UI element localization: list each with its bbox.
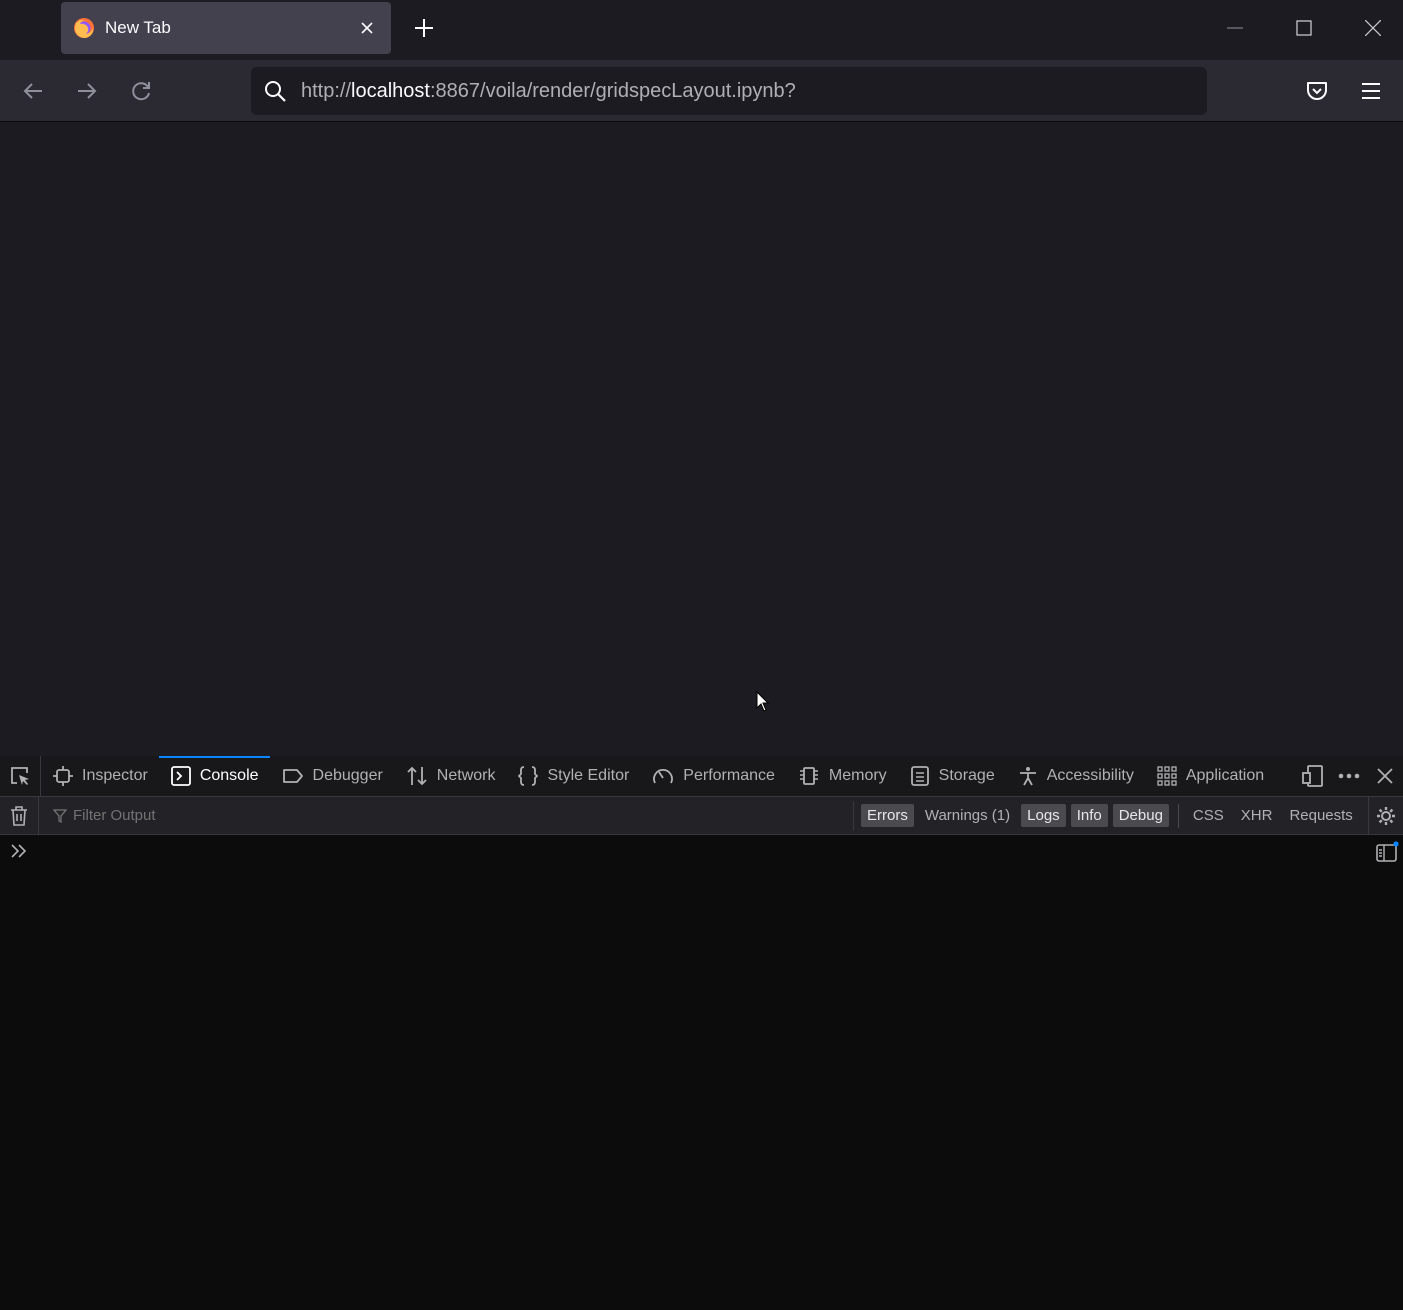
console-toolbar: Filter Output Errors Warnings (1) Logs I…	[0, 796, 1403, 835]
tab-label: Application	[1185, 767, 1265, 784]
filter-output-input[interactable]: Filter Output	[53, 800, 854, 831]
storage-icon	[910, 766, 929, 786]
close-icon	[1365, 20, 1381, 36]
tab-memory[interactable]: Memory	[786, 756, 898, 796]
more-options-icon	[1338, 773, 1360, 779]
reload-icon	[132, 82, 150, 101]
filter-warnings-button[interactable]: Warnings (1)	[919, 804, 1016, 827]
divider	[1177, 803, 1179, 828]
search-icon	[265, 81, 286, 102]
application-icon	[1157, 766, 1177, 786]
responsive-design-icon	[1302, 765, 1323, 787]
firefox-logo-icon	[74, 18, 94, 38]
tab-label: Memory	[828, 767, 887, 784]
mouse-cursor-icon	[756, 691, 770, 712]
tab-style-editor[interactable]: Style Editor	[506, 756, 640, 796]
close-devtools-button[interactable]	[1367, 756, 1403, 796]
filter-xhr-button[interactable]: XHR	[1235, 804, 1279, 827]
tab-debugger[interactable]: Debugger	[270, 756, 394, 796]
console-icon	[170, 766, 191, 786]
tab-label: Performance	[683, 767, 775, 784]
tab-label: Accessibility	[1046, 767, 1134, 784]
memory-icon	[799, 767, 818, 785]
tab-label: Debugger	[312, 767, 383, 784]
back-button[interactable]	[13, 71, 53, 111]
devtools-panel: Inspector Console Debugger Network Style…	[0, 756, 1403, 1310]
tab-title: New Tab	[105, 18, 171, 37]
tab-close-button[interactable]	[347, 8, 387, 48]
hamburger-menu-icon	[1362, 83, 1380, 99]
performance-icon	[653, 769, 674, 784]
filter-info-button[interactable]: Info	[1070, 804, 1108, 827]
tab-application[interactable]: Application	[1145, 756, 1275, 796]
console-output[interactable]	[0, 835, 1403, 1310]
filter-icon	[53, 808, 67, 823]
trash-icon	[11, 805, 27, 826]
gear-icon	[1377, 806, 1395, 825]
reload-button[interactable]	[121, 71, 161, 111]
pocket-icon	[1307, 82, 1327, 100]
tab-label: Console	[199, 767, 259, 784]
tab-inspector[interactable]: Inspector	[41, 756, 159, 796]
forward-arrow-icon	[78, 83, 97, 99]
minimize-icon	[1227, 27, 1243, 29]
devtools-window-controls	[1295, 756, 1403, 796]
search-icon-wrap	[251, 67, 299, 115]
element-picker-icon	[11, 767, 29, 785]
element-picker-button[interactable]	[0, 756, 41, 796]
tab-label: Style Editor	[547, 767, 630, 784]
clear-console-button[interactable]	[0, 796, 39, 835]
filter-css-button[interactable]: CSS	[1187, 804, 1230, 827]
inspector-icon	[53, 766, 73, 786]
filter-requests-button[interactable]: Requests	[1283, 804, 1358, 827]
network-icon	[407, 766, 427, 786]
tab-network[interactable]: Network	[394, 756, 507, 796]
log-level-filters: Errors Warnings (1) Logs Info Debug CSS …	[861, 803, 1364, 828]
tab-label: Network	[436, 767, 496, 784]
url-host: localhost	[351, 79, 430, 102]
editor-mode-icon[interactable]	[1375, 841, 1399, 863]
filter-errors-button[interactable]: Errors	[861, 804, 914, 827]
minimize-button[interactable]	[1213, 8, 1257, 48]
new-tab-button[interactable]	[404, 8, 444, 48]
more-options-button[interactable]	[1331, 756, 1367, 796]
plus-icon	[415, 19, 433, 37]
console-prompt-chevron-icon	[11, 844, 27, 858]
window-close-button[interactable]	[1351, 8, 1395, 48]
filter-placeholder: Filter Output	[73, 807, 156, 824]
devtools-tab-bar: Inspector Console Debugger Network Style…	[0, 756, 1403, 797]
menu-button[interactable]	[1351, 71, 1391, 111]
url-bar[interactable]: http://localhost:8867/voila/render/grids…	[251, 67, 1207, 115]
maximize-button[interactable]	[1282, 8, 1326, 48]
close-icon	[1377, 768, 1393, 784]
console-settings-button[interactable]	[1368, 797, 1403, 834]
accessibility-icon	[1019, 767, 1036, 786]
url-scheme: http://	[301, 79, 352, 102]
url-path: :8867/voila/render/gridspecLayout.ipynb?	[429, 79, 796, 102]
tab-accessibility[interactable]: Accessibility	[1006, 756, 1145, 796]
tab-storage[interactable]: Storage	[898, 756, 1006, 796]
page-content	[0, 122, 1403, 756]
tab-console[interactable]: Console	[158, 756, 270, 796]
filter-debug-button[interactable]: Debug	[1112, 804, 1169, 827]
debugger-icon	[282, 769, 303, 783]
style-editor-icon	[518, 766, 539, 786]
back-arrow-icon	[23, 83, 42, 99]
responsive-design-button[interactable]	[1295, 756, 1331, 796]
filter-logs-button[interactable]: Logs	[1021, 804, 1066, 827]
url-text[interactable]: http://localhost:8867/voila/render/grids…	[301, 80, 796, 103]
maximize-icon	[1296, 20, 1312, 36]
navigation-bar: http://localhost:8867/voila/render/grids…	[0, 60, 1403, 122]
close-icon	[361, 22, 373, 34]
tab-performance[interactable]: Performance	[640, 756, 786, 796]
pocket-button[interactable]	[1297, 71, 1337, 111]
browser-tab[interactable]: New Tab	[61, 2, 391, 54]
forward-button[interactable]	[67, 71, 107, 111]
tab-label: Storage	[938, 767, 995, 784]
tab-label: Inspector	[82, 767, 148, 784]
title-bar: New Tab	[0, 0, 1403, 60]
